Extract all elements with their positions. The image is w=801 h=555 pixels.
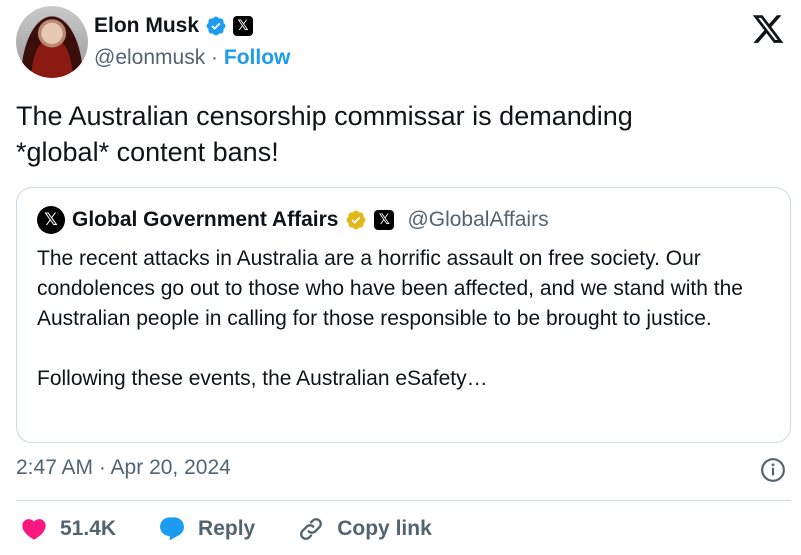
quoted-tweet-text: The recent attacks in Australia are a ho…: [37, 244, 777, 394]
tweet-header: Elon Musk 𝕏 @elonmusk · Follow: [16, 6, 785, 82]
info-icon[interactable]: [760, 457, 786, 483]
follow-button[interactable]: Follow: [224, 46, 291, 69]
link-icon: [300, 518, 323, 540]
quoted-avatar[interactable]: 𝕏: [37, 206, 65, 234]
quoted-handle: @GlobalAffairs: [407, 208, 549, 231]
x-badge-icon: 𝕏: [233, 16, 254, 36]
like-count: 51.4K: [60, 517, 117, 540]
quoted-display-name: Global Government Affairs: [72, 208, 339, 231]
verified-badge-icon: [206, 16, 226, 36]
quoted-paragraph: Following these events, the Australian e…: [37, 367, 488, 390]
tweet-text-line: *global* content bans!: [16, 137, 279, 167]
author-name-row: Elon Musk 𝕏: [94, 14, 254, 38]
tweet-text: The Australian censorship commissar is d…: [16, 98, 776, 170]
divider: [16, 500, 791, 501]
reply-label: Reply: [198, 517, 256, 540]
separator: ·: [211, 46, 219, 69]
x-badge-icon: 𝕏: [374, 210, 395, 230]
reply-bubble-icon: [160, 517, 185, 541]
quoted-paragraph: The recent attacks in Australia are a ho…: [37, 247, 743, 330]
copy-link-button[interactable]: Copy link: [297, 515, 432, 543]
copy-link-label: Copy link: [337, 517, 432, 540]
x-logo-icon[interactable]: [751, 12, 785, 46]
heart-icon: [22, 519, 46, 540]
reply-button[interactable]: Reply: [158, 515, 255, 543]
quoted-tweet[interactable]: 𝕏 Global Government Affairs 𝕏 @GlobalAff…: [16, 187, 791, 443]
like-button[interactable]: 51.4K: [20, 515, 116, 543]
tweet-timestamp[interactable]: 2:47 AM · Apr 20, 2024: [16, 456, 231, 480]
quoted-tweet-header: 𝕏 Global Government Affairs 𝕏 @GlobalAff…: [37, 206, 549, 234]
tweet-text-line: The Australian censorship commissar is d…: [16, 101, 633, 131]
tweet-actions: 51.4K Reply Copy link: [20, 515, 474, 543]
author-handle-row: @elonmusk · Follow: [94, 46, 290, 70]
author-handle[interactable]: @elonmusk: [94, 46, 205, 69]
gold-verified-badge-icon: [347, 210, 366, 230]
author-display-name[interactable]: Elon Musk: [94, 14, 199, 38]
avatar[interactable]: [16, 6, 88, 78]
